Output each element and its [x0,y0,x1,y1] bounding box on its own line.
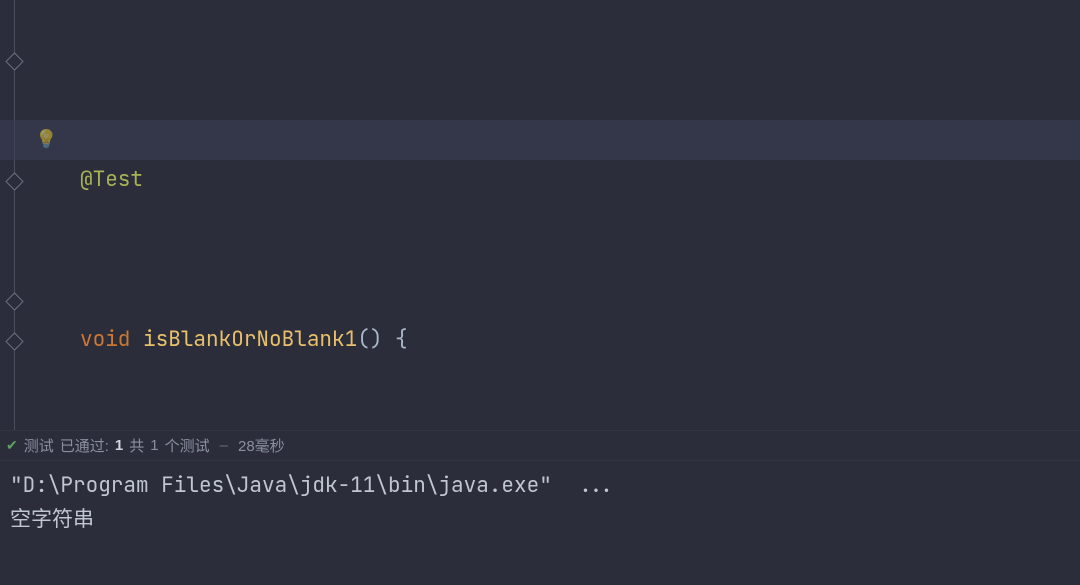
check-icon: ✔ [6,437,18,454]
code-area[interactable]: @Test void isBlankOrNoBlank1() { VUtils.… [30,0,1080,430]
status-count-passed: 1 [115,437,123,454]
output-line: 空字符串 [10,503,1070,537]
console-output[interactable]: "D:\Program Files\Java\jdk-11\bin\java.e… [0,461,1080,537]
status-count-total: 1 [150,437,158,454]
annotation: @Test [80,160,143,200]
code-editor[interactable]: 💡 @Test void isBlankOrNoBlank1() { VUtil… [0,0,1080,430]
code-line[interactable]: @Test [80,160,1080,200]
caret-line-highlight [0,120,1080,160]
code-line[interactable]: void isBlankOrNoBlank1() { [80,320,1080,360]
status-time: 28毫秒 [238,435,285,456]
test-status-bar: ✔ 测试 已通过: 1共 1 个测试 – 28毫秒 [0,431,1080,461]
fold-toggle-icon[interactable] [5,172,23,190]
status-label-test: 测试 [24,435,54,456]
fold-toggle-icon[interactable] [5,332,23,350]
gutter [0,0,30,430]
brace-open: { [382,320,407,360]
separator: – [220,437,228,454]
status-total-suffix: 个测试 [165,435,210,456]
output-line: "D:\Program Files\Java\jdk-11\bin\java.e… [10,469,1070,503]
status-total-prefix: 共 [129,435,144,456]
keyword-void: void [80,320,130,360]
parentheses: () [357,320,382,360]
run-console-panel: ✔ 测试 已通过: 1共 1 个测试 – 28毫秒 "D:\Program Fi… [0,430,1080,585]
method-name: isBlankOrNoBlank1 [143,320,357,360]
fold-toggle-icon[interactable] [5,52,23,70]
status-label-passed: 已通过: [60,435,109,456]
fold-toggle-icon[interactable] [5,292,23,310]
